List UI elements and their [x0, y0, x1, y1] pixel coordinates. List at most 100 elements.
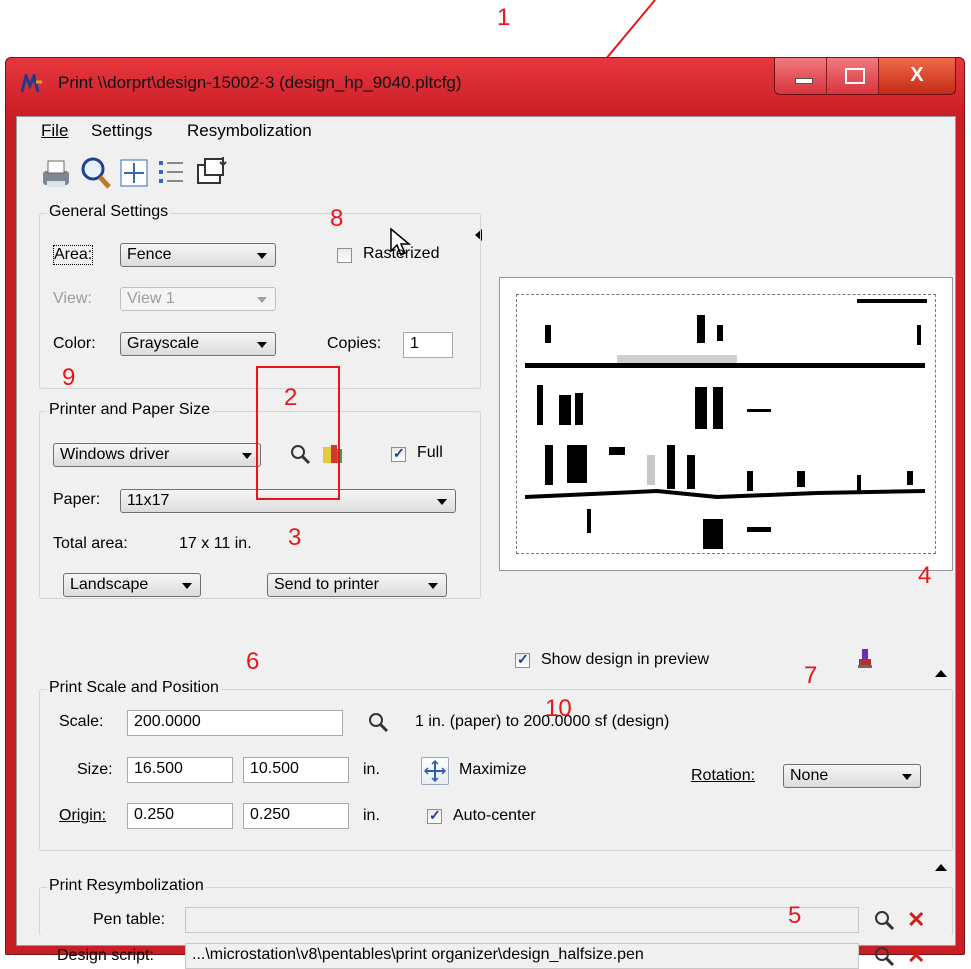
chevron-down-icon: [242, 453, 252, 459]
rotation-label: Rotation:: [691, 767, 756, 784]
area-value: Fence: [127, 246, 172, 263]
pen-table-input[interactable]: [185, 907, 859, 933]
annotation-10: 10: [545, 695, 572, 722]
maximize-label: Maximize: [459, 761, 527, 778]
chevron-down-icon: [257, 342, 267, 348]
resymbolization-title: Print Resymbolization: [47, 877, 206, 895]
origin-label: Origin:: [59, 807, 107, 824]
minimize-icon: [795, 78, 813, 84]
send-to-dropdown[interactable]: Send to printer: [267, 573, 447, 597]
color-dropdown[interactable]: Grayscale: [120, 332, 276, 356]
annotation-4: 4: [918, 562, 932, 589]
annotation-6: 6: [246, 648, 260, 675]
scale-position-title: Print Scale and Position: [47, 679, 221, 697]
full-checkbox[interactable]: [391, 445, 406, 462]
origin-x-input[interactable]: 0.250: [127, 803, 233, 829]
menu-resymbolization[interactable]: Resymbolization: [187, 121, 312, 141]
total-area-label: Total area:: [53, 535, 128, 552]
clear-icon[interactable]: ✕: [907, 945, 925, 967]
preview-magnify-icon[interactable]: [79, 155, 113, 191]
view-dropdown: View 1: [120, 287, 276, 311]
collapse-up-icon[interactable]: [935, 670, 947, 677]
annotation-8: 8: [330, 205, 344, 232]
annotation-3: 3: [288, 524, 302, 551]
annotation-2: 2: [284, 384, 298, 411]
paper-value: 11x17: [127, 492, 170, 509]
area-label: Area:: [53, 245, 94, 265]
color-value: Grayscale: [127, 335, 200, 352]
menu-file[interactable]: File: [41, 121, 68, 141]
annotation-5: 5: [788, 902, 802, 929]
close-button[interactable]: X: [878, 58, 955, 94]
preview-sheet: [516, 294, 936, 554]
annotation-9: 9: [62, 364, 76, 391]
view-label: View:: [53, 290, 92, 307]
maximize-button[interactable]: [421, 757, 449, 785]
show-design-label: Show design in preview: [541, 651, 710, 668]
orientation-value: Landscape: [70, 576, 149, 593]
design-script-input[interactable]: ...\microstation\v8\pentables\print orga…: [185, 943, 859, 969]
color-label: Color:: [53, 335, 96, 352]
print-dialog-window: Print \\dorprt\design-15002-3 (design_hp…: [5, 57, 965, 969]
size-height-input[interactable]: 10.500: [243, 757, 349, 783]
driver-value: Windows driver: [60, 446, 170, 463]
send-to-value: Send to printer: [274, 576, 379, 593]
maximize-icon: [844, 68, 865, 84]
search-icon[interactable]: [873, 945, 895, 967]
pen-table-label: Pen table:: [93, 911, 166, 928]
auto-center-label: Auto-center: [453, 807, 536, 824]
collapse-up-icon[interactable]: [935, 864, 947, 871]
list-icon[interactable]: [155, 155, 189, 191]
window-controls: X: [774, 58, 956, 95]
clear-icon[interactable]: ✕: [907, 909, 925, 931]
scale-label: Scale:: [59, 713, 104, 730]
maximize-button[interactable]: [826, 58, 879, 94]
search-icon[interactable]: [873, 909, 895, 931]
chevron-down-icon: [437, 499, 447, 505]
rotation-value: None: [790, 767, 829, 784]
general-settings-title: General Settings: [47, 203, 171, 221]
design-script-label: Design script:: [57, 947, 154, 964]
size-unit: in.: [363, 761, 380, 778]
menu-settings[interactable]: Settings: [91, 121, 152, 141]
driver-dropdown[interactable]: Windows driver: [53, 443, 261, 467]
scale-description: 1 in. (paper) to 200.0000 sf (design): [415, 713, 670, 730]
rasterized-label: Rasterized: [363, 245, 440, 262]
chevron-down-icon: [902, 774, 912, 780]
brush-icon[interactable]: [855, 647, 875, 671]
auto-center-checkbox[interactable]: [427, 807, 442, 824]
origin-unit: in.: [363, 807, 380, 824]
origin-y-input[interactable]: 0.250: [243, 803, 349, 829]
search-icon[interactable]: [367, 711, 389, 733]
area-dropdown[interactable]: Fence: [120, 243, 276, 267]
window-title: Print \\dorprt\design-15002-3 (design_hp…: [58, 73, 462, 92]
copies-label: Copies:: [327, 335, 382, 352]
size-label: Size:: [77, 761, 113, 778]
printer-paper-title: Printer and Paper Size: [47, 401, 212, 419]
annotation-7: 7: [804, 662, 818, 689]
export-icon[interactable]: [195, 155, 229, 191]
size-width-input[interactable]: 16.500: [127, 757, 233, 783]
rasterized-checkbox[interactable]: [337, 248, 352, 263]
paper-label: Paper:: [53, 491, 101, 508]
print-preview: [499, 277, 953, 571]
scale-input[interactable]: 200.0000: [127, 710, 343, 736]
orientation-dropdown[interactable]: Landscape: [63, 573, 201, 597]
chevron-down-icon: [182, 583, 192, 589]
rotation-dropdown[interactable]: None: [783, 764, 921, 788]
fit-icon[interactable]: [117, 155, 151, 191]
view-value: View 1: [127, 290, 175, 307]
minimize-button[interactable]: [775, 58, 827, 94]
chevron-down-icon: [257, 253, 267, 259]
maximize-icon: [423, 759, 447, 783]
close-icon: X: [910, 64, 924, 86]
show-design-checkbox[interactable]: [515, 651, 530, 668]
chevron-down-icon: [257, 297, 267, 303]
copies-input[interactable]: 1: [403, 332, 453, 358]
preview-drawing: [524, 299, 927, 549]
dialog-client: File Settings Resymbolization General Se…: [16, 116, 956, 969]
microstation-app-icon: [20, 74, 42, 93]
printer-icon[interactable]: [39, 155, 73, 191]
total-area-value: 17 x 11 in.: [179, 535, 252, 552]
title-bar[interactable]: Print \\dorprt\design-15002-3 (design_hp…: [6, 58, 964, 108]
